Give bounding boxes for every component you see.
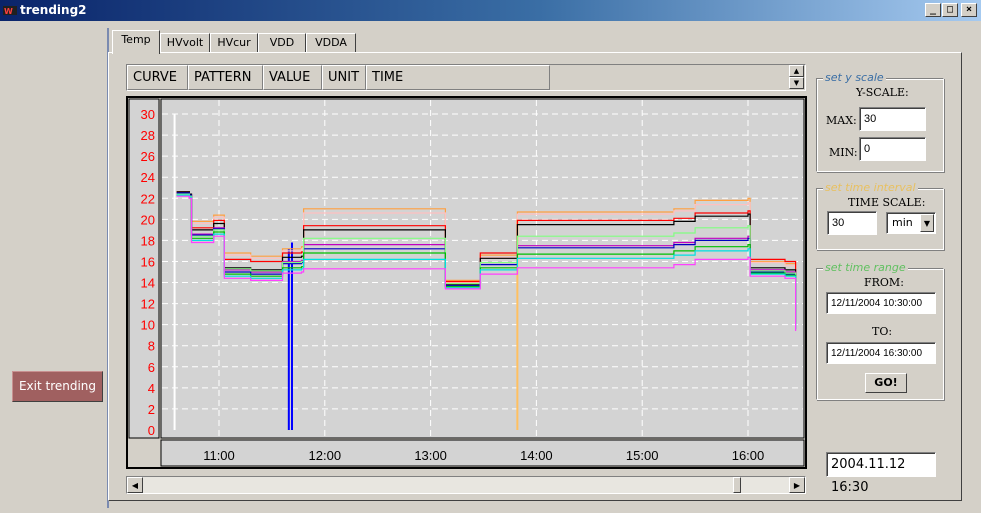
time-scale-input[interactable] xyxy=(827,211,877,235)
time-unit-value: min xyxy=(892,216,913,229)
y-tick-label: 22 xyxy=(141,191,155,206)
tab-temp[interactable]: Temp xyxy=(112,30,160,54)
header-pattern[interactable]: PATTERN xyxy=(188,65,263,90)
time-interval-legend: set time interval xyxy=(823,181,918,194)
x-tick-label: 11:00 xyxy=(203,448,235,463)
chevron-down-icon[interactable]: ▼ xyxy=(920,214,934,232)
header-value[interactable]: VALUE xyxy=(263,65,322,90)
y-tick-label: 2 xyxy=(148,402,155,417)
to-input[interactable] xyxy=(826,342,936,364)
title-bar: W trending2 xyxy=(0,0,981,21)
table-scroll-down-button[interactable]: ▼ xyxy=(789,77,804,89)
y-max-input[interactable] xyxy=(859,107,926,131)
y-tick-label: 24 xyxy=(141,170,155,185)
x-tick-label: 15:00 xyxy=(626,448,659,463)
y-tick-label: 0 xyxy=(148,423,155,438)
y-tick-label: 8 xyxy=(148,339,155,354)
from-label: FROM: xyxy=(864,276,904,289)
time-range-legend: set time range xyxy=(823,261,908,274)
maximize-button[interactable]: □ xyxy=(942,3,958,17)
min-label: MIN: xyxy=(829,146,858,159)
go-button[interactable]: GO! xyxy=(865,373,907,393)
horizontal-scrollbar[interactable]: ◀ ▶ xyxy=(126,476,806,494)
header-time[interactable]: TIME xyxy=(366,65,550,90)
max-label: MAX: xyxy=(826,114,857,127)
trend-chart: 02468101214161820222426283011:00 12:00 13:… xyxy=(128,98,805,467)
y-tick-label: 14 xyxy=(141,276,155,291)
exit-trending-button[interactable]: Exit trending xyxy=(12,371,103,402)
y-tick-label: 4 xyxy=(148,381,155,396)
y-tick-label: 12 xyxy=(141,297,155,312)
svg-text:W: W xyxy=(4,7,13,16)
from-input[interactable] xyxy=(826,292,936,314)
to-label: TO: xyxy=(872,325,893,338)
y-tick-label: 20 xyxy=(141,212,155,227)
x-tick-label: 14:00 xyxy=(520,448,553,463)
x-axis-panel xyxy=(160,439,805,467)
y-tick-label: 28 xyxy=(141,128,155,143)
y-scale-title: Y-SCALE: xyxy=(856,86,909,99)
tab-vdd[interactable]: VDD xyxy=(258,33,306,53)
y-tick-label: 18 xyxy=(141,233,155,248)
y-tick-label: 30 xyxy=(141,107,155,122)
tab-hvvolt[interactable]: HVvolt xyxy=(160,33,210,53)
x-tick-label: 12:00 xyxy=(309,448,342,463)
y-tick-label: 6 xyxy=(148,360,155,375)
window-title: trending2 xyxy=(20,3,87,17)
time-scale-title: TIME SCALE: xyxy=(848,196,926,209)
x-tick-label: 16:00 xyxy=(732,448,765,463)
y-min-input[interactable] xyxy=(859,137,926,161)
header-curve[interactable]: CURVE xyxy=(127,65,188,90)
x-tick-label: 13:00 xyxy=(414,448,447,463)
scroll-right-button[interactable]: ▶ xyxy=(789,477,805,493)
tab-vdda[interactable]: VDDA xyxy=(306,33,356,53)
tab-hvcur[interactable]: HVcur xyxy=(210,33,258,53)
time-unit-select[interactable]: min ▼ xyxy=(886,212,936,234)
table-scroll-up-button[interactable]: ▲ xyxy=(789,65,804,77)
trend-chart-frame: 0 2 4 6 8 10 12 14 16 18 20 22 24 26 28 30 11:00 12:00 13:… xyxy=(126,96,807,469)
y-tick-label: 10 xyxy=(141,318,155,333)
header-unit[interactable]: UNIT xyxy=(322,65,366,90)
app-icon: W xyxy=(3,6,17,16)
scroll-thumb[interactable] xyxy=(733,477,741,493)
close-button[interactable]: × xyxy=(961,3,977,17)
y-scale-legend: set y scale xyxy=(823,71,886,84)
y-tick-label: 16 xyxy=(141,254,155,269)
minimize-button[interactable]: _ xyxy=(925,3,941,17)
y-tick-label: 26 xyxy=(141,149,155,164)
scroll-left-button[interactable]: ◀ xyxy=(127,477,143,493)
plot-area xyxy=(160,98,805,439)
clock-display: 2004.11.12 16:30 xyxy=(826,452,936,495)
